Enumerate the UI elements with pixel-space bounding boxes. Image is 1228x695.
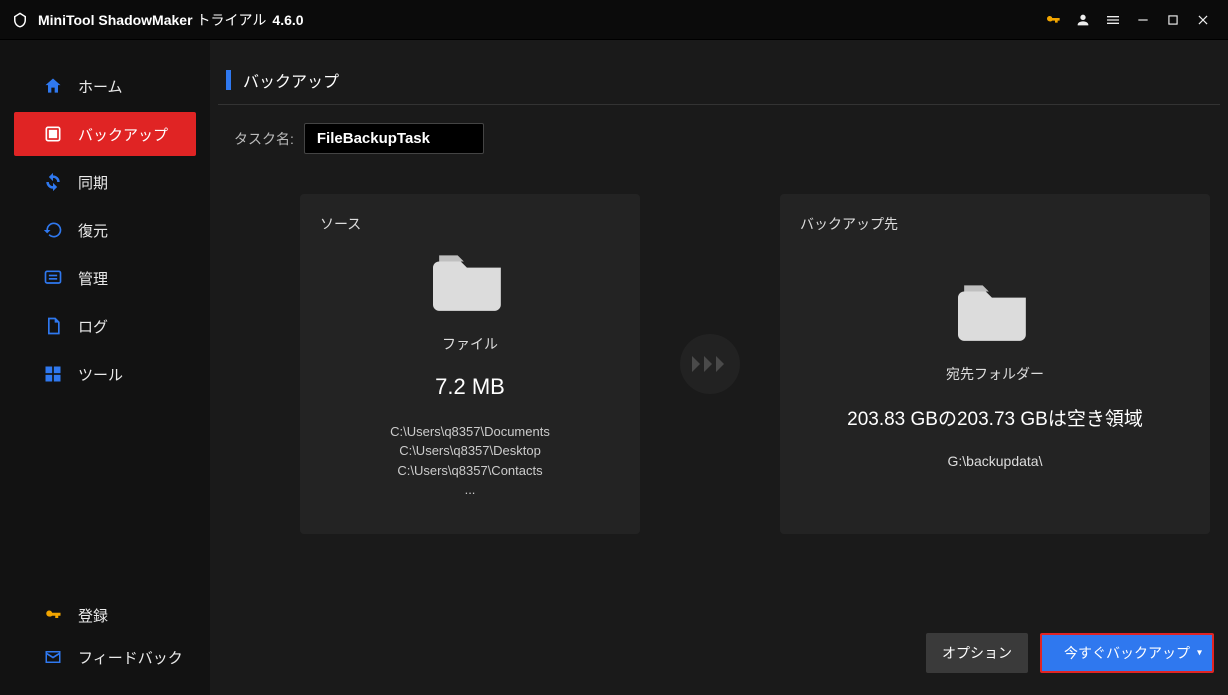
task-name-input[interactable] <box>304 123 484 154</box>
key-icon[interactable] <box>1038 5 1068 35</box>
content: バックアップ タスク名: ソース ファイル 7.2 MB C:\Users\q8… <box>210 40 1228 695</box>
restore-icon <box>42 219 64 241</box>
sidebar-item-backup[interactable]: バックアップ <box>14 112 196 156</box>
sidebar-item-label: 管理 <box>78 268 108 289</box>
app-logo-icon <box>10 10 30 30</box>
source-paths: C:\Users\q8357\Documents C:\Users\q8357\… <box>390 422 550 500</box>
nav: ホーム バックアップ 同期 復元 <box>0 64 210 595</box>
options-button-label: オプション <box>942 643 1012 663</box>
mail-icon <box>42 646 64 668</box>
destination-summary: 203.83 GBの203.73 GBは空き領域 <box>847 404 1143 431</box>
log-icon <box>42 315 64 337</box>
trial-label: トライアル <box>197 10 267 30</box>
sidebar-item-manage[interactable]: 管理 <box>14 256 196 300</box>
folder-icon <box>958 279 1032 346</box>
sidebar-item-label: ツール <box>78 364 123 385</box>
sidebar-register-label: 登録 <box>78 605 108 626</box>
source-path: C:\Users\q8357\Desktop <box>390 441 550 461</box>
backup-icon <box>42 123 64 145</box>
tools-icon <box>42 363 64 385</box>
source-card[interactable]: ソース ファイル 7.2 MB C:\Users\q8357\Documents… <box>300 194 640 534</box>
destination-path: G:\backupdata\ <box>948 453 1043 469</box>
destination-title: バックアップ先 <box>800 214 1190 234</box>
source-size: 7.2 MB <box>435 374 505 400</box>
close-button[interactable] <box>1188 5 1218 35</box>
folder-icon <box>433 249 507 316</box>
sidebar-item-home[interactable]: ホーム <box>14 64 196 108</box>
destination-card[interactable]: バックアップ先 宛先フォルダー 203.83 GBの203.73 GBは空き領域… <box>780 194 1210 534</box>
backup-now-label: 今すぐバックアップ <box>1064 643 1190 663</box>
destination-type-label: 宛先フォルダー <box>946 364 1044 384</box>
task-name-label: タスク名: <box>234 129 294 149</box>
chevron-down-icon: ▾ <box>1197 648 1202 659</box>
home-icon <box>42 75 64 97</box>
sidebar-item-sync[interactable]: 同期 <box>14 160 196 204</box>
sidebar-item-label: 復元 <box>78 220 108 241</box>
source-path-ellipsis: ... <box>390 480 550 500</box>
sidebar-item-restore[interactable]: 復元 <box>14 208 196 252</box>
manage-icon <box>42 267 64 289</box>
sync-icon <box>42 171 64 193</box>
task-row: タスク名: <box>234 123 1220 154</box>
key-icon <box>42 604 64 626</box>
user-icon[interactable] <box>1068 5 1098 35</box>
sidebar-feedback-label: フィードバック <box>78 647 183 668</box>
page-title: バックアップ <box>243 68 339 92</box>
options-button[interactable]: オプション <box>926 633 1028 673</box>
sidebar-item-label: 同期 <box>78 172 108 193</box>
minimize-button[interactable] <box>1128 5 1158 35</box>
sidebar: ホーム バックアップ 同期 復元 <box>0 40 210 695</box>
version-label: 4.6.0 <box>272 12 303 28</box>
footer-buttons: オプション 今すぐバックアップ ▾ <box>926 633 1214 673</box>
page-header: バックアップ <box>218 40 1220 105</box>
backup-now-button[interactable]: 今すぐバックアップ ▾ <box>1040 633 1214 673</box>
sidebar-item-label: バックアップ <box>78 124 168 145</box>
maximize-button[interactable] <box>1158 5 1188 35</box>
app-name: MiniTool ShadowMaker <box>38 12 193 28</box>
sidebar-item-label: ホーム <box>78 76 123 97</box>
header-accent-bar <box>226 70 231 90</box>
sidebar-item-tools[interactable]: ツール <box>14 352 196 396</box>
sidebar-item-log[interactable]: ログ <box>14 304 196 348</box>
menu-icon[interactable] <box>1098 5 1128 35</box>
source-path: C:\Users\q8357\Contacts <box>390 461 550 481</box>
sidebar-item-label: ログ <box>78 316 108 337</box>
source-type-label: ファイル <box>442 334 498 354</box>
sidebar-feedback[interactable]: フィードバック <box>14 637 196 677</box>
sidebar-register[interactable]: 登録 <box>14 595 196 635</box>
source-title: ソース <box>320 214 620 234</box>
source-path: C:\Users\q8357\Documents <box>390 422 550 442</box>
title-bar: MiniTool ShadowMaker トライアル 4.6.0 <box>0 0 1228 40</box>
arrow-icon <box>680 334 740 394</box>
